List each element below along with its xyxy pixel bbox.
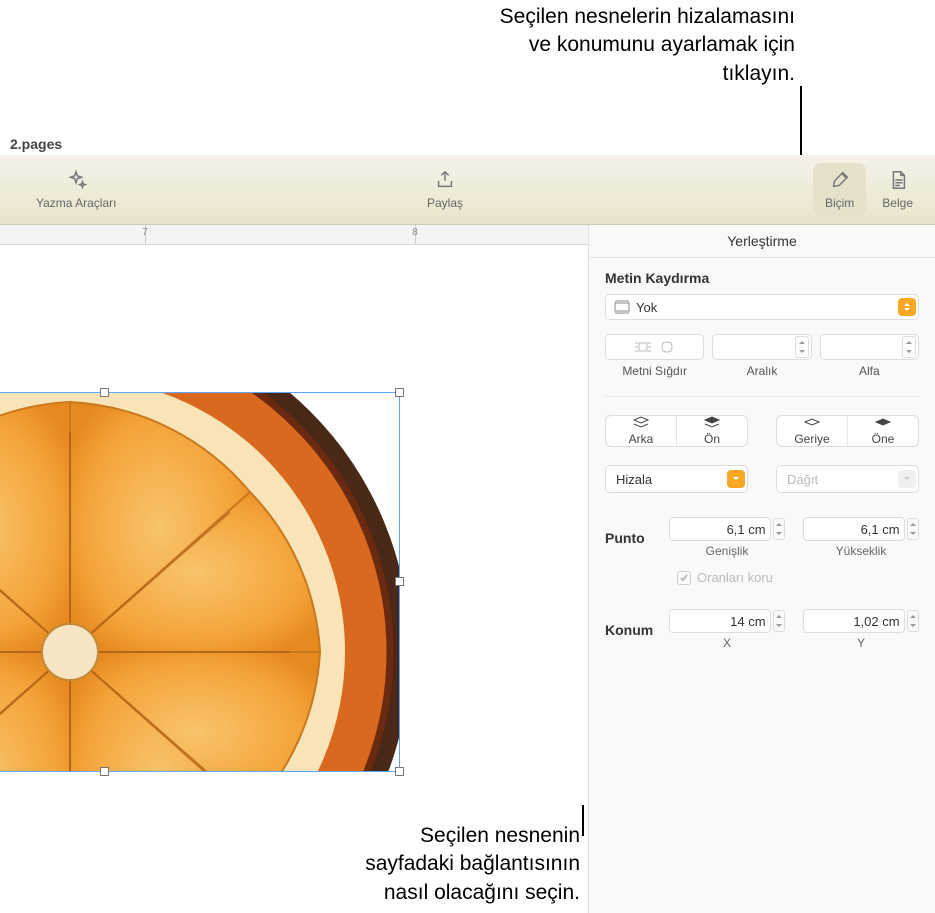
- size-label: Punto: [605, 530, 659, 546]
- share-button[interactable]: Paylaş: [415, 163, 475, 216]
- stepper[interactable]: [773, 610, 785, 632]
- y-field[interactable]: 1,02 cm: [803, 609, 905, 633]
- document-button[interactable]: Belge: [870, 163, 925, 216]
- stepper[interactable]: [907, 518, 919, 540]
- x-field[interactable]: 14 cm: [669, 609, 771, 633]
- chevron-up-icon: [774, 519, 784, 529]
- seg-label: Arka: [629, 432, 654, 446]
- format-inspector: Yerleştirme Metin Kaydırma Yok Metni Sığ…: [588, 225, 935, 913]
- format-button[interactable]: Biçim: [813, 163, 866, 216]
- chevron-down-icon: [727, 470, 745, 488]
- resize-handle[interactable]: [395, 388, 404, 397]
- chevron-down-icon: [908, 621, 918, 631]
- chevron-down-icon: [898, 470, 916, 488]
- height-sublabel: Yükseklik: [836, 544, 887, 558]
- fit-label: Metni Sığdır: [622, 364, 687, 378]
- backward-forward-segment[interactable]: Geriye Öne: [776, 415, 919, 447]
- stepper[interactable]: [795, 336, 809, 358]
- bring-to-front-button[interactable]: Ön: [676, 416, 747, 446]
- popup-value: Hizala: [612, 472, 727, 487]
- toolbar-label: Paylaş: [427, 196, 463, 210]
- resize-handle[interactable]: [395, 577, 404, 586]
- ruler-mark: 7: [142, 227, 148, 238]
- bring-forward-button[interactable]: Öne: [847, 416, 918, 446]
- toolbar-label: Biçim: [825, 196, 854, 210]
- sparkle-icon: [65, 169, 87, 194]
- popup-value: Yok: [632, 300, 898, 315]
- selection-frame[interactable]: [0, 392, 400, 772]
- spacing-field[interactable]: [712, 334, 811, 360]
- chevron-up-icon: [903, 337, 915, 347]
- text-fit-button[interactable]: [605, 334, 704, 360]
- document-canvas[interactable]: [0, 245, 588, 805]
- send-to-back-button[interactable]: Arka: [606, 416, 676, 446]
- resize-handle[interactable]: [100, 388, 109, 397]
- constrain-label: Oranları koru: [697, 570, 773, 585]
- constrain-checkbox[interactable]: Oranları koru: [677, 570, 919, 585]
- toolbar: Yazma Araçları Paylaş Biçim Belge: [0, 155, 935, 225]
- send-back-front-segment[interactable]: Arka Ön: [605, 415, 748, 447]
- window-title: 2.pages: [0, 136, 935, 152]
- layers-back-icon: [632, 416, 650, 431]
- spacing-label: Aralık: [747, 364, 778, 378]
- align-popup[interactable]: Hizala: [605, 465, 748, 493]
- width-field[interactable]: 6,1 cm: [669, 517, 771, 541]
- y-sublabel: Y: [857, 636, 865, 650]
- ruler-mark: 8: [412, 227, 418, 238]
- chevron-up-icon: [796, 337, 808, 347]
- chevron-down-icon: [774, 621, 784, 631]
- text-wrap-popup[interactable]: Yok: [605, 294, 919, 320]
- text-wrap-label: Metin Kaydırma: [605, 270, 919, 286]
- ruler[interactable]: 7 8: [0, 225, 588, 245]
- share-icon: [434, 169, 456, 194]
- callout-top: Seçilen nesnelerin hizalamasını ve konum…: [500, 3, 795, 88]
- alpha-label: Alfa: [859, 364, 880, 378]
- chevron-down-icon: [774, 529, 784, 539]
- stepper[interactable]: [907, 610, 919, 632]
- layer-up-icon: [874, 416, 892, 431]
- chevron-up-icon: [774, 611, 784, 621]
- chevron-down-icon: [908, 529, 918, 539]
- seg-label: Ön: [704, 432, 720, 446]
- text-fit-icon: [658, 340, 676, 354]
- writing-tools-button[interactable]: Yazma Araçları: [24, 163, 128, 216]
- document-icon: [887, 169, 909, 194]
- seg-label: Geriye: [794, 432, 829, 446]
- checkbox-icon: [677, 571, 691, 585]
- width-sublabel: Genişlik: [706, 544, 749, 558]
- resize-handle[interactable]: [100, 767, 109, 776]
- height-field[interactable]: 6,1 cm: [803, 517, 905, 541]
- divider: [605, 396, 919, 397]
- stepper[interactable]: [773, 518, 785, 540]
- popup-value: Dağıt: [783, 472, 898, 487]
- seg-label: Öne: [872, 432, 895, 446]
- layers-front-icon: [703, 416, 721, 431]
- layer-down-icon: [803, 416, 821, 431]
- position-label: Konum: [605, 622, 659, 638]
- tab-arrange[interactable]: Yerleştirme: [589, 225, 935, 258]
- send-backward-button[interactable]: Geriye: [777, 416, 847, 446]
- chevron-down-icon: [796, 347, 808, 357]
- chevron-up-icon: [908, 611, 918, 621]
- x-sublabel: X: [723, 636, 731, 650]
- chevron-updown-icon: [898, 298, 916, 316]
- distribute-popup[interactable]: Dağıt: [776, 465, 919, 493]
- toolbar-label: Belge: [882, 196, 913, 210]
- chevron-down-icon: [903, 347, 915, 357]
- callout-bottom-left: Seçilen nesnenin sayfadaki bağlantısının…: [355, 822, 580, 907]
- wrap-none-icon: [612, 300, 632, 314]
- toolbar-label: Yazma Araçları: [36, 196, 116, 210]
- text-fit-icon: [634, 340, 652, 354]
- resize-handle[interactable]: [395, 767, 404, 776]
- brush-icon: [829, 169, 851, 194]
- chevron-up-icon: [908, 519, 918, 529]
- alpha-field[interactable]: [820, 334, 919, 360]
- stepper[interactable]: [902, 336, 916, 358]
